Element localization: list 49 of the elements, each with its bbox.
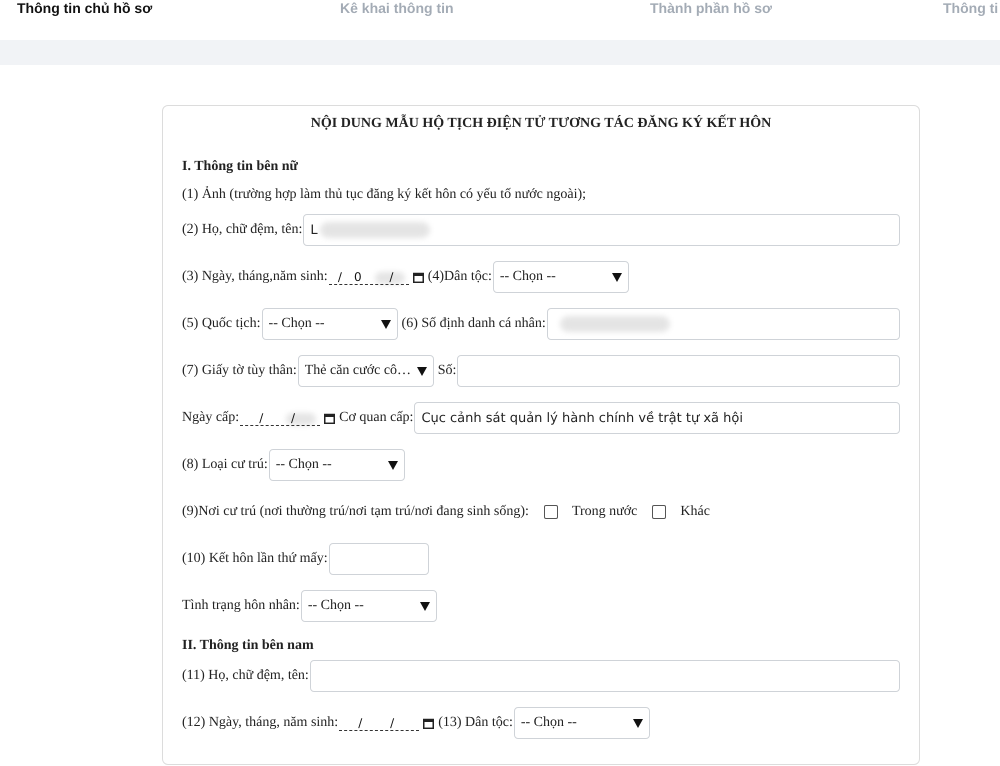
text-field[interactable]: [546, 308, 900, 340]
field-label: (3) Ngày, tháng,năm sinh:: [182, 269, 328, 285]
text-field[interactable]: Cục cảnh sát quản lý hành chính về trật tự xã hội: [414, 402, 900, 434]
text-field[interactable]: [328, 543, 429, 575]
field-label: (7) Giấy tờ tùy thân:: [182, 363, 297, 379]
dropdown-select[interactable]: -- Chọn --: [514, 707, 650, 739]
field-label: Số:: [438, 363, 456, 379]
field-label: (13) Dân tộc:: [438, 715, 513, 731]
field-label: (6) Số định danh cá nhân:: [402, 316, 546, 332]
field-label: (2) Họ, chữ đệm, tên:: [182, 222, 302, 238]
field-label: Ngày cấp:: [182, 410, 240, 426]
calendar-icon[interactable]: [423, 718, 434, 728]
caret-icon: [388, 460, 398, 470]
tab[interactable]: Thông tin chủ hồ sơ: [17, 0, 152, 40]
checkbox-label: Trong nước: [572, 504, 638, 520]
text-field[interactable]: [457, 355, 900, 387]
text-field[interactable]: L: [303, 214, 900, 246]
section-heading: I. Thông tin bên nữ: [182, 159, 298, 175]
dropdown-select[interactable]: -- Chọn --: [268, 449, 405, 481]
section-heading: II. Thông tin bên nam: [182, 638, 314, 654]
caret-icon: [612, 272, 622, 282]
checkbox[interactable]: [652, 505, 666, 519]
field-value: Cục cảnh sát quản lý hành chính về trật tự xã hội: [421, 410, 743, 426]
field-label: Cơ quan cấp:: [339, 410, 414, 426]
field-label: (9)Nơi cư trú (nơi thường trú/nơi tạm trú/nơi đang sinh sống):: [182, 504, 529, 520]
caret-icon: [380, 320, 391, 328]
text-field[interactable]: [310, 660, 900, 692]
dropdown-select[interactable]: Thẻ căn cước cô…: [298, 355, 434, 387]
caret-icon: [416, 366, 427, 376]
date-field[interactable]: / /: [339, 716, 420, 730]
field-label: (1) Ảnh (trường hợp làm thủ tục đăng ký kết hôn có yếu tố nước ngoài);: [182, 187, 586, 203]
caret-icon: [420, 602, 430, 610]
field-label: (12) Ngày, tháng, năm sinh:: [182, 715, 338, 731]
checkbox[interactable]: [544, 505, 558, 519]
field-value: L: [310, 222, 318, 238]
caret-icon: [632, 718, 643, 728]
dropdown-select[interactable]: -- Chọn --: [492, 261, 629, 293]
field-label: Tình trạng hôn nhân:: [182, 598, 300, 614]
field-label: (11) Họ, chữ đệm, tên:: [182, 668, 309, 684]
calendar-icon[interactable]: [412, 272, 424, 282]
form-title: NỘI DUNG MẪU HỘ TỊCH ĐIỆN TỬ TƯƠNG TÁC ĐĂNG KÝ KẾT HÔN: [310, 116, 772, 132]
dropdown-select[interactable]: -- Chọn --: [262, 308, 398, 340]
calendar-icon[interactable]: [324, 412, 336, 424]
field-label: (10) Kết hôn lần thứ mấy:: [182, 551, 328, 567]
field-label: (5) Quốc tịch:: [182, 316, 261, 332]
checkbox-label: Khác: [680, 504, 710, 520]
field-label: (8) Loại cư trú:: [182, 457, 268, 473]
field-label: (4)Dân tộc:: [428, 269, 492, 285]
dropdown-select[interactable]: -- Chọn --: [300, 590, 437, 622]
